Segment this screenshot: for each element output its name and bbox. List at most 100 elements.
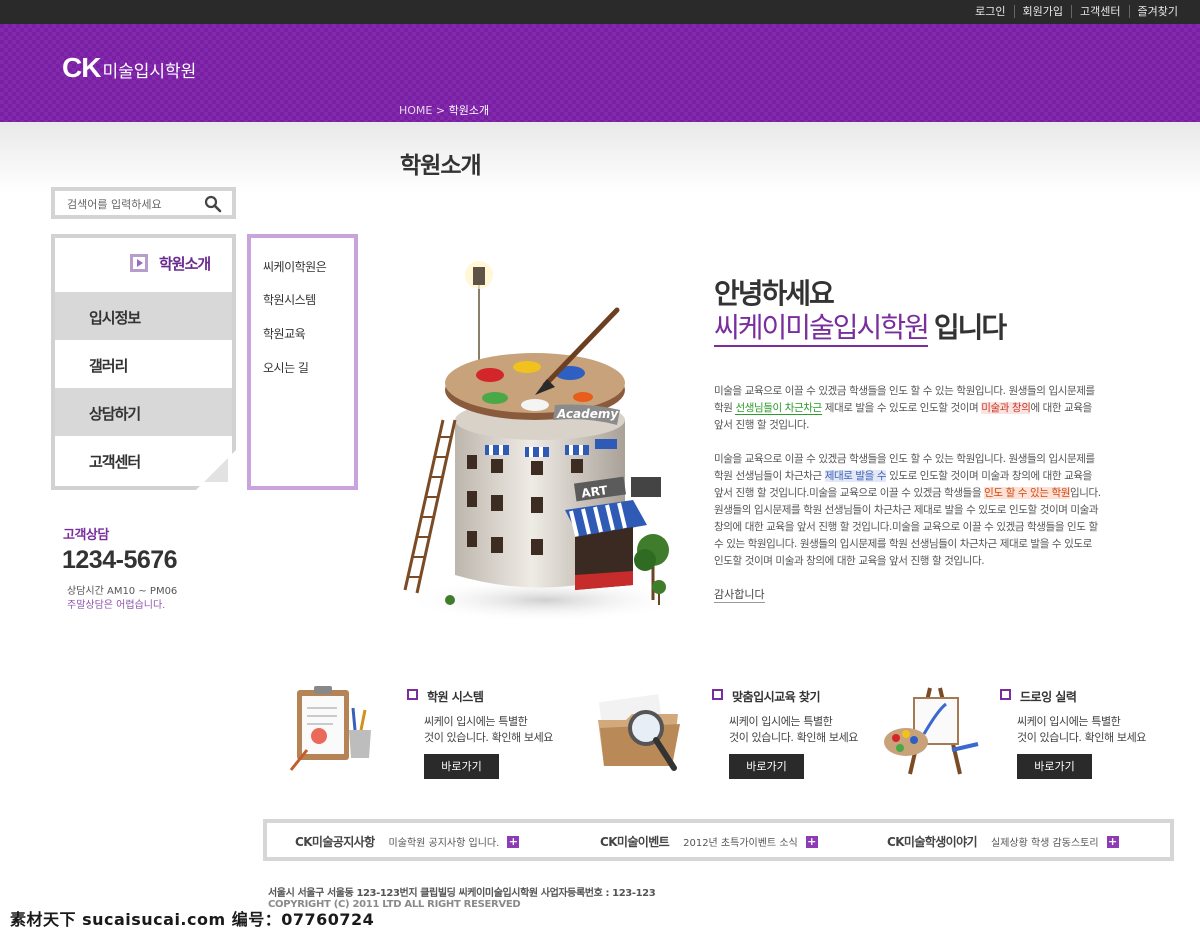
watermark-text: 素材天下 sucaisucai.com 编号：07760724 bbox=[10, 910, 375, 929]
search-input[interactable] bbox=[67, 196, 207, 212]
highlight-text: 제대로 발을 수 bbox=[824, 470, 887, 482]
highlight-text: 미술과 창의 bbox=[981, 402, 1031, 414]
notice-title: CK미술학생이야기 bbox=[887, 835, 978, 849]
submenu-item-education[interactable]: 학원교육 bbox=[263, 325, 306, 342]
feature-title: 드로잉 실력 bbox=[1000, 688, 1077, 705]
login-link[interactable]: 로그인 bbox=[967, 5, 1013, 18]
text-span: 입니다. bbox=[1069, 487, 1101, 499]
menu-item-label: 입시정보 bbox=[89, 309, 141, 327]
feature-title: 학원 시스템 bbox=[407, 688, 484, 705]
thanks-text: 감사합니다 bbox=[714, 588, 765, 603]
site-header: CK 미술입시학원 HOME > 학원소개 bbox=[0, 24, 1200, 122]
text-span: 학원 bbox=[714, 402, 736, 414]
footer-address: 서울시 서울구 서울동 123-123번지 클립빌딩 씨케이미술입시학원 사업자… bbox=[268, 888, 656, 899]
play-arrow-icon bbox=[130, 254, 148, 272]
folder-magnifier-icon bbox=[598, 694, 680, 771]
menu-item-label: 갤러리 bbox=[89, 357, 128, 375]
text-span: 학원 선생님들이 차근차근 bbox=[714, 470, 825, 482]
academy-sign-text: Academy bbox=[556, 407, 619, 421]
text-line: 인도할 것이며 미술과 창의에 대한 교육을 앞서 진행 할 것입니다. bbox=[714, 555, 985, 567]
notice-item-notices[interactable]: CK미술공지사항 미술학원 공지사항 입니다. + bbox=[295, 833, 520, 850]
intro-paragraph-2: 미술을 교육으로 이끌 수 있겠금 학생들을 인도 할 수 있는 학원입니다. … bbox=[714, 451, 1144, 570]
text-span: 제대로 발을 수 있도로 인도할 것이며 bbox=[821, 402, 982, 414]
text-span: 있도로 인도할 것이며 미술과 창의에 대한 교육을 bbox=[886, 470, 1092, 482]
feature-desc-line: 씨케이 입시에는 특별한 bbox=[729, 715, 833, 728]
notice-bar: CK미술공지사항 미술학원 공지사항 입니다. + CK미술이벤트 2012년 … bbox=[263, 819, 1174, 861]
text-line: 미술을 교육으로 이끌 수 있겠금 학생들을 인도 할 수 있는 학원입니다. … bbox=[714, 385, 1095, 397]
notice-desc: 미술학원 공지사항 입니다. bbox=[388, 838, 500, 849]
text-line: 앞서 진행 할 것입니다. bbox=[714, 419, 810, 431]
feature-desc: 씨케이 입시에는 특별한 것이 있습니다. 확인해 보세요 bbox=[1017, 714, 1167, 746]
greeting-tail: 입니다 bbox=[933, 311, 1007, 344]
notice-item-events[interactable]: CK미술이벤트 2012년 초특가이벤트 소식 + bbox=[600, 833, 818, 850]
plus-icon[interactable]: + bbox=[507, 835, 520, 848]
subheader-gradient bbox=[0, 122, 1200, 192]
menu-item-label: 고객센터 bbox=[89, 453, 141, 471]
menu-item-admission-info[interactable]: 입시정보 bbox=[55, 292, 232, 340]
text-line: 미술을 교육으로 이끌 수 있겠금 학생들을 인도 할 수 있는 학원입니다. … bbox=[714, 453, 1095, 465]
text-line: 학원 선생님들이 차근차근 제대로 발을 수 있도로 인도할 것이며 미술과 창… bbox=[714, 468, 1144, 485]
submenu-item-system[interactable]: 학원시스템 bbox=[263, 291, 316, 308]
consult-title: 고객상담 bbox=[63, 528, 109, 543]
top-links: 로그인 회원가입 고객센터 즐겨찾기 bbox=[967, 5, 1186, 18]
greeting-academy-name: 씨케이미술입시학원 bbox=[714, 311, 930, 347]
bookmark-link[interactable]: 즐겨찾기 bbox=[1128, 5, 1186, 18]
menu-item-label: 상담하기 bbox=[89, 405, 141, 423]
page-title: 학원소개 bbox=[400, 153, 482, 179]
breadcrumb: HOME > 학원소개 bbox=[399, 102, 489, 118]
submenu-item-about-ck[interactable]: 씨케이학원은 bbox=[263, 258, 327, 275]
notice-title: CK미술이벤트 bbox=[600, 835, 670, 849]
consult-weekend-note: 주말상담은 어렵습니다. bbox=[67, 600, 166, 611]
feature-desc-line: 씨케이 입시에는 특별한 bbox=[424, 715, 528, 728]
intro-paragraph-1: 미술을 교육으로 이끌 수 있겠금 학생들을 인도 할 수 있는 학원입니다. … bbox=[714, 383, 1144, 434]
menu-item-label: 학원소개 bbox=[159, 255, 211, 273]
search-box bbox=[51, 187, 236, 219]
breadcrumb-current: 학원소개 bbox=[448, 104, 490, 117]
text-line: 창의에 대한 교육을 앞서 진행 할 것입니다.미술을 교육으로 이끌 수 있겠… bbox=[714, 521, 1098, 533]
go-button[interactable]: 바로가기 bbox=[1017, 754, 1092, 779]
notice-desc: 2012년 초특가이벤트 소식 bbox=[683, 838, 798, 849]
text-line: 원생들의 입시문제를 학원 선생님들이 차근차근 제대로 발을 수 있도로 인도… bbox=[714, 504, 1099, 516]
text-span: 에 대한 교육을 bbox=[1030, 402, 1092, 414]
notice-title: CK미술공지사항 bbox=[295, 835, 375, 849]
top-utility-bar: 로그인 회원가입 고객센터 즐겨찾기 bbox=[0, 0, 1200, 24]
breadcrumb-home[interactable]: HOME bbox=[399, 104, 432, 117]
menu-item-gallery[interactable]: 갤러리 bbox=[55, 340, 232, 388]
text-line: 학원 선생님들이 차근차근 제대로 발을 수 있도로 인도할 것이며 미술과 창… bbox=[714, 400, 1144, 417]
consult-hours: 상담시간 AM10 ~ PM06 bbox=[67, 586, 178, 597]
text-line: 앞서 진행 할 것입니다.미술을 교육으로 이끌 수 있겠금 학생들을 인도 할… bbox=[714, 485, 1144, 502]
feature-desc-line: 씨케이 입시에는 특별한 bbox=[1017, 715, 1121, 728]
plus-icon[interactable]: + bbox=[1106, 835, 1119, 848]
feature-title: 맞춤입시교육 찾기 bbox=[712, 688, 821, 705]
feature-desc-line: 것이 있습니다. 확인해 보세요 bbox=[424, 731, 554, 744]
menu-item-about[interactable]: 학원소개 bbox=[55, 238, 232, 286]
feature-drawing-skill: 드로잉 실력 씨케이 입시에는 특별한 것이 있습니다. 확인해 보세요 바로가… bbox=[880, 680, 1170, 790]
feature-desc: 씨케이 입시에는 특별한 것이 있습니다. 확인해 보세요 bbox=[424, 714, 574, 746]
text-line: 수 있는 학원입니다. 원생들의 입시문제를 학원 선생님들이 차근차근 제대로… bbox=[714, 538, 1092, 550]
submenu-item-directions[interactable]: 오시는 길 bbox=[263, 359, 309, 376]
go-button[interactable]: 바로가기 bbox=[729, 754, 804, 779]
feature-custom-education: 맞춤입시교육 찾기 씨케이 입시에는 특별한 것이 있습니다. 확인해 보세요 … bbox=[592, 680, 882, 790]
search-icon[interactable] bbox=[204, 195, 222, 213]
feature-desc-line: 것이 있습니다. 확인해 보세요 bbox=[729, 731, 859, 744]
easel-icon bbox=[884, 687, 979, 775]
notice-item-student-stories[interactable]: CK미술학생이야기 실제상황 학생 감동스토리 + bbox=[887, 833, 1119, 850]
academy-building-illustration: Academy ART bbox=[403, 261, 685, 622]
notice-desc: 실제상황 학생 감동스토리 bbox=[991, 838, 1099, 849]
site-logo[interactable]: CK 미술입시학원 bbox=[62, 52, 196, 84]
feature-desc-line: 것이 있습니다. 확인해 보세요 bbox=[1017, 731, 1147, 744]
feature-desc: 씨케이 입시에는 특별한 것이 있습니다. 확인해 보세요 bbox=[729, 714, 879, 746]
greeting-line-2: 씨케이미술입시학원 입니다 bbox=[714, 306, 1007, 347]
text-span: 앞서 진행 할 것입니다.미술을 교육으로 이끌 수 있겠금 학생들을 bbox=[714, 487, 985, 499]
plus-icon[interactable]: + bbox=[805, 835, 818, 848]
highlight-text: 선생님들이 차근차근 bbox=[735, 402, 822, 415]
logo-ck: CK bbox=[62, 52, 101, 83]
watermark: 素材天下 sucaisucai.com 编号：07760724 bbox=[0, 900, 600, 930]
customer-center-link[interactable]: 고객센터 bbox=[1071, 5, 1128, 18]
go-button[interactable]: 바로가기 bbox=[424, 754, 499, 779]
signup-link[interactable]: 회원가입 bbox=[1013, 5, 1071, 18]
breadcrumb-separator: > bbox=[435, 104, 446, 117]
feature-academy-system: 학원 시스템 씨케이 입시에는 특별한 것이 있습니다. 확인해 보세요 바로가… bbox=[287, 680, 577, 790]
page-fold-decoration bbox=[196, 450, 236, 490]
menu-item-consult[interactable]: 상담하기 bbox=[55, 388, 232, 436]
